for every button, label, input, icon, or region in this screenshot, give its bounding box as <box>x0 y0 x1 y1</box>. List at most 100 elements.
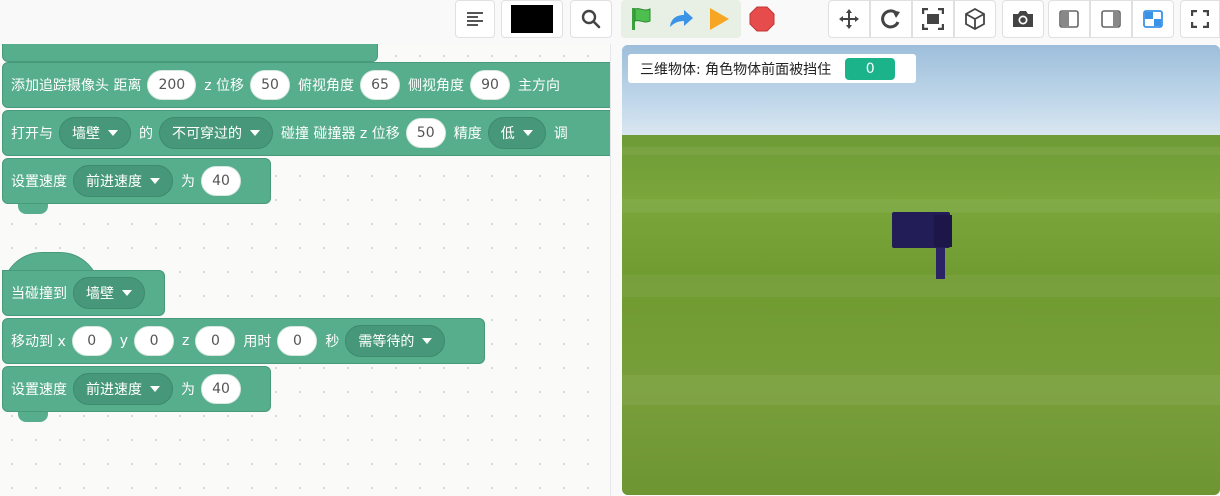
target-dropdown[interactable]: 墙壁 <box>59 117 131 149</box>
format-code-button[interactable] <box>455 0 495 38</box>
3d-object-leg <box>936 248 945 279</box>
caret-down-icon <box>422 338 433 344</box>
step-arrow-icon <box>670 10 693 27</box>
block-label: z 位移 <box>204 78 244 94</box>
step-button[interactable] <box>665 3 697 35</box>
block-label: 的 <box>139 126 153 142</box>
block-label: y <box>119 333 129 349</box>
block-notch <box>18 412 48 422</box>
green-flag-button[interactable] <box>625 3 657 35</box>
dropdown-value: 墙壁 <box>86 286 114 302</box>
layout-small-stage-icon <box>1143 10 1163 28</box>
camera-icon <box>1013 11 1033 27</box>
code-workspace[interactable]: 添加追踪摄像头 距离 200 z 位移 50 俯视角度 65 侧视角度 90 主… <box>0 44 611 496</box>
ground-band <box>622 199 1220 213</box>
ground-band <box>622 375 1220 405</box>
fullscreen-icon <box>1191 10 1209 28</box>
block-add-tracking-camera[interactable]: 添加追踪摄像头 距离 200 z 位移 50 俯视角度 65 侧视角度 90 主… <box>2 62 610 108</box>
block-label: z <box>182 333 190 349</box>
block-when-collide[interactable]: 当碰撞到 墙壁 <box>2 270 165 316</box>
z-offset-input[interactable]: 50 <box>250 70 290 100</box>
play-icon <box>710 8 729 30</box>
variable-monitor[interactable]: 三维物体: 角色物体前面被挡住 0 <box>628 54 916 83</box>
block-label: 为 <box>181 382 195 398</box>
color-picker-button[interactable] <box>501 0 563 38</box>
speed-field-dropdown[interactable]: 前进速度 <box>73 373 173 405</box>
caret-down-icon <box>122 290 132 296</box>
monitor-value: 0 <box>845 57 896 80</box>
z-input[interactable]: 0 <box>195 326 236 356</box>
block-label: 当碰撞到 <box>11 286 67 302</box>
block-label: 移动到 x <box>11 334 66 350</box>
stop-icon <box>749 6 775 32</box>
layout-small-stage-button[interactable] <box>1132 0 1174 38</box>
block-move-to[interactable]: 移动到 x 0 y 0 z 0 用时 0 秒 需等待的 <box>2 318 485 364</box>
block-enable-collider[interactable]: 打开与 墙壁 的 不可穿过的 碰撞 碰撞器 z 位移 50 精度 低 调 <box>2 110 610 156</box>
distance-input[interactable]: 200 <box>147 70 197 100</box>
speed-value-input[interactable]: 40 <box>201 166 241 196</box>
block-label: 调 <box>553 126 568 142</box>
block-partial-top[interactable] <box>2 44 378 62</box>
block-label: 秒 <box>325 334 340 350</box>
ground-band <box>622 147 1220 155</box>
layout-left-icon <box>1059 10 1079 28</box>
dropdown-value: 墙壁 <box>72 126 100 142</box>
3d-view-button[interactable] <box>954 0 996 38</box>
block-label: 打开与 <box>11 126 53 142</box>
duration-input[interactable]: 0 <box>277 326 318 356</box>
collision-type-dropdown[interactable]: 不可穿过的 <box>159 117 273 149</box>
block-label: 俯视角度 <box>298 78 354 94</box>
layout-right-button[interactable] <box>1090 0 1132 38</box>
caret-down-icon <box>522 130 533 136</box>
run-controls <box>621 0 741 38</box>
precision-dropdown[interactable]: 低 <box>487 117 546 149</box>
green-flag-icon <box>632 8 651 30</box>
dropdown-value: 需等待的 <box>358 334 415 350</box>
fit-screen-icon <box>922 8 944 30</box>
yaw-input[interactable]: 90 <box>470 70 510 100</box>
speed-field-dropdown[interactable]: 前进速度 <box>73 165 173 197</box>
x-input[interactable]: 0 <box>71 326 112 356</box>
search-icon <box>581 9 601 29</box>
monitor-label: 三维物体: 角色物体前面被挡住 <box>640 61 832 78</box>
stop-button[interactable] <box>746 3 778 35</box>
ground-plane <box>622 135 1220 495</box>
caret-down-icon <box>150 178 160 184</box>
dropdown-value: 不可穿过的 <box>172 126 242 142</box>
rotate-view-button[interactable] <box>870 0 912 38</box>
play-button[interactable] <box>703 3 735 35</box>
3d-object-side <box>934 215 952 247</box>
dropdown-value: 前进速度 <box>86 174 142 190</box>
block-label: 主方向 <box>518 78 560 94</box>
stage-3d-view[interactable] <box>622 45 1220 495</box>
ground-band <box>622 275 1220 297</box>
block-notch <box>18 204 48 214</box>
block-label: 精度 <box>453 126 482 142</box>
move-view-button[interactable] <box>828 0 870 38</box>
y-input[interactable]: 0 <box>134 326 175 356</box>
move-icon <box>839 9 859 29</box>
block-set-speed[interactable]: 设置速度 前进速度 为 40 <box>2 366 271 412</box>
align-left-icon <box>467 12 483 26</box>
caret-down-icon <box>250 130 260 136</box>
block-set-speed[interactable]: 设置速度 前进速度 为 40 <box>2 158 271 204</box>
layout-right-icon <box>1101 10 1121 28</box>
fullscreen-button[interactable] <box>1180 0 1220 38</box>
block-label: 侧视角度 <box>408 78 464 94</box>
top-toolbar <box>0 0 1220 40</box>
caret-down-icon <box>108 130 118 136</box>
search-button[interactable] <box>570 0 612 38</box>
collide-target-dropdown[interactable]: 墙壁 <box>73 277 145 309</box>
pitch-input[interactable]: 65 <box>360 70 400 100</box>
color-swatch <box>511 5 553 33</box>
block-label: 设置速度 <box>11 382 67 398</box>
wait-mode-dropdown[interactable]: 需等待的 <box>345 325 446 357</box>
block-label: 设置速度 <box>11 174 67 190</box>
screenshot-button[interactable] <box>1002 0 1044 38</box>
speed-value-input[interactable]: 40 <box>201 374 241 404</box>
fit-screen-button[interactable] <box>912 0 954 38</box>
layout-left-button[interactable] <box>1048 0 1090 38</box>
collider-z-input[interactable]: 50 <box>405 118 446 148</box>
dropdown-value: 低 <box>500 126 515 142</box>
block-label: 添加追踪摄像头 距离 <box>11 78 142 94</box>
